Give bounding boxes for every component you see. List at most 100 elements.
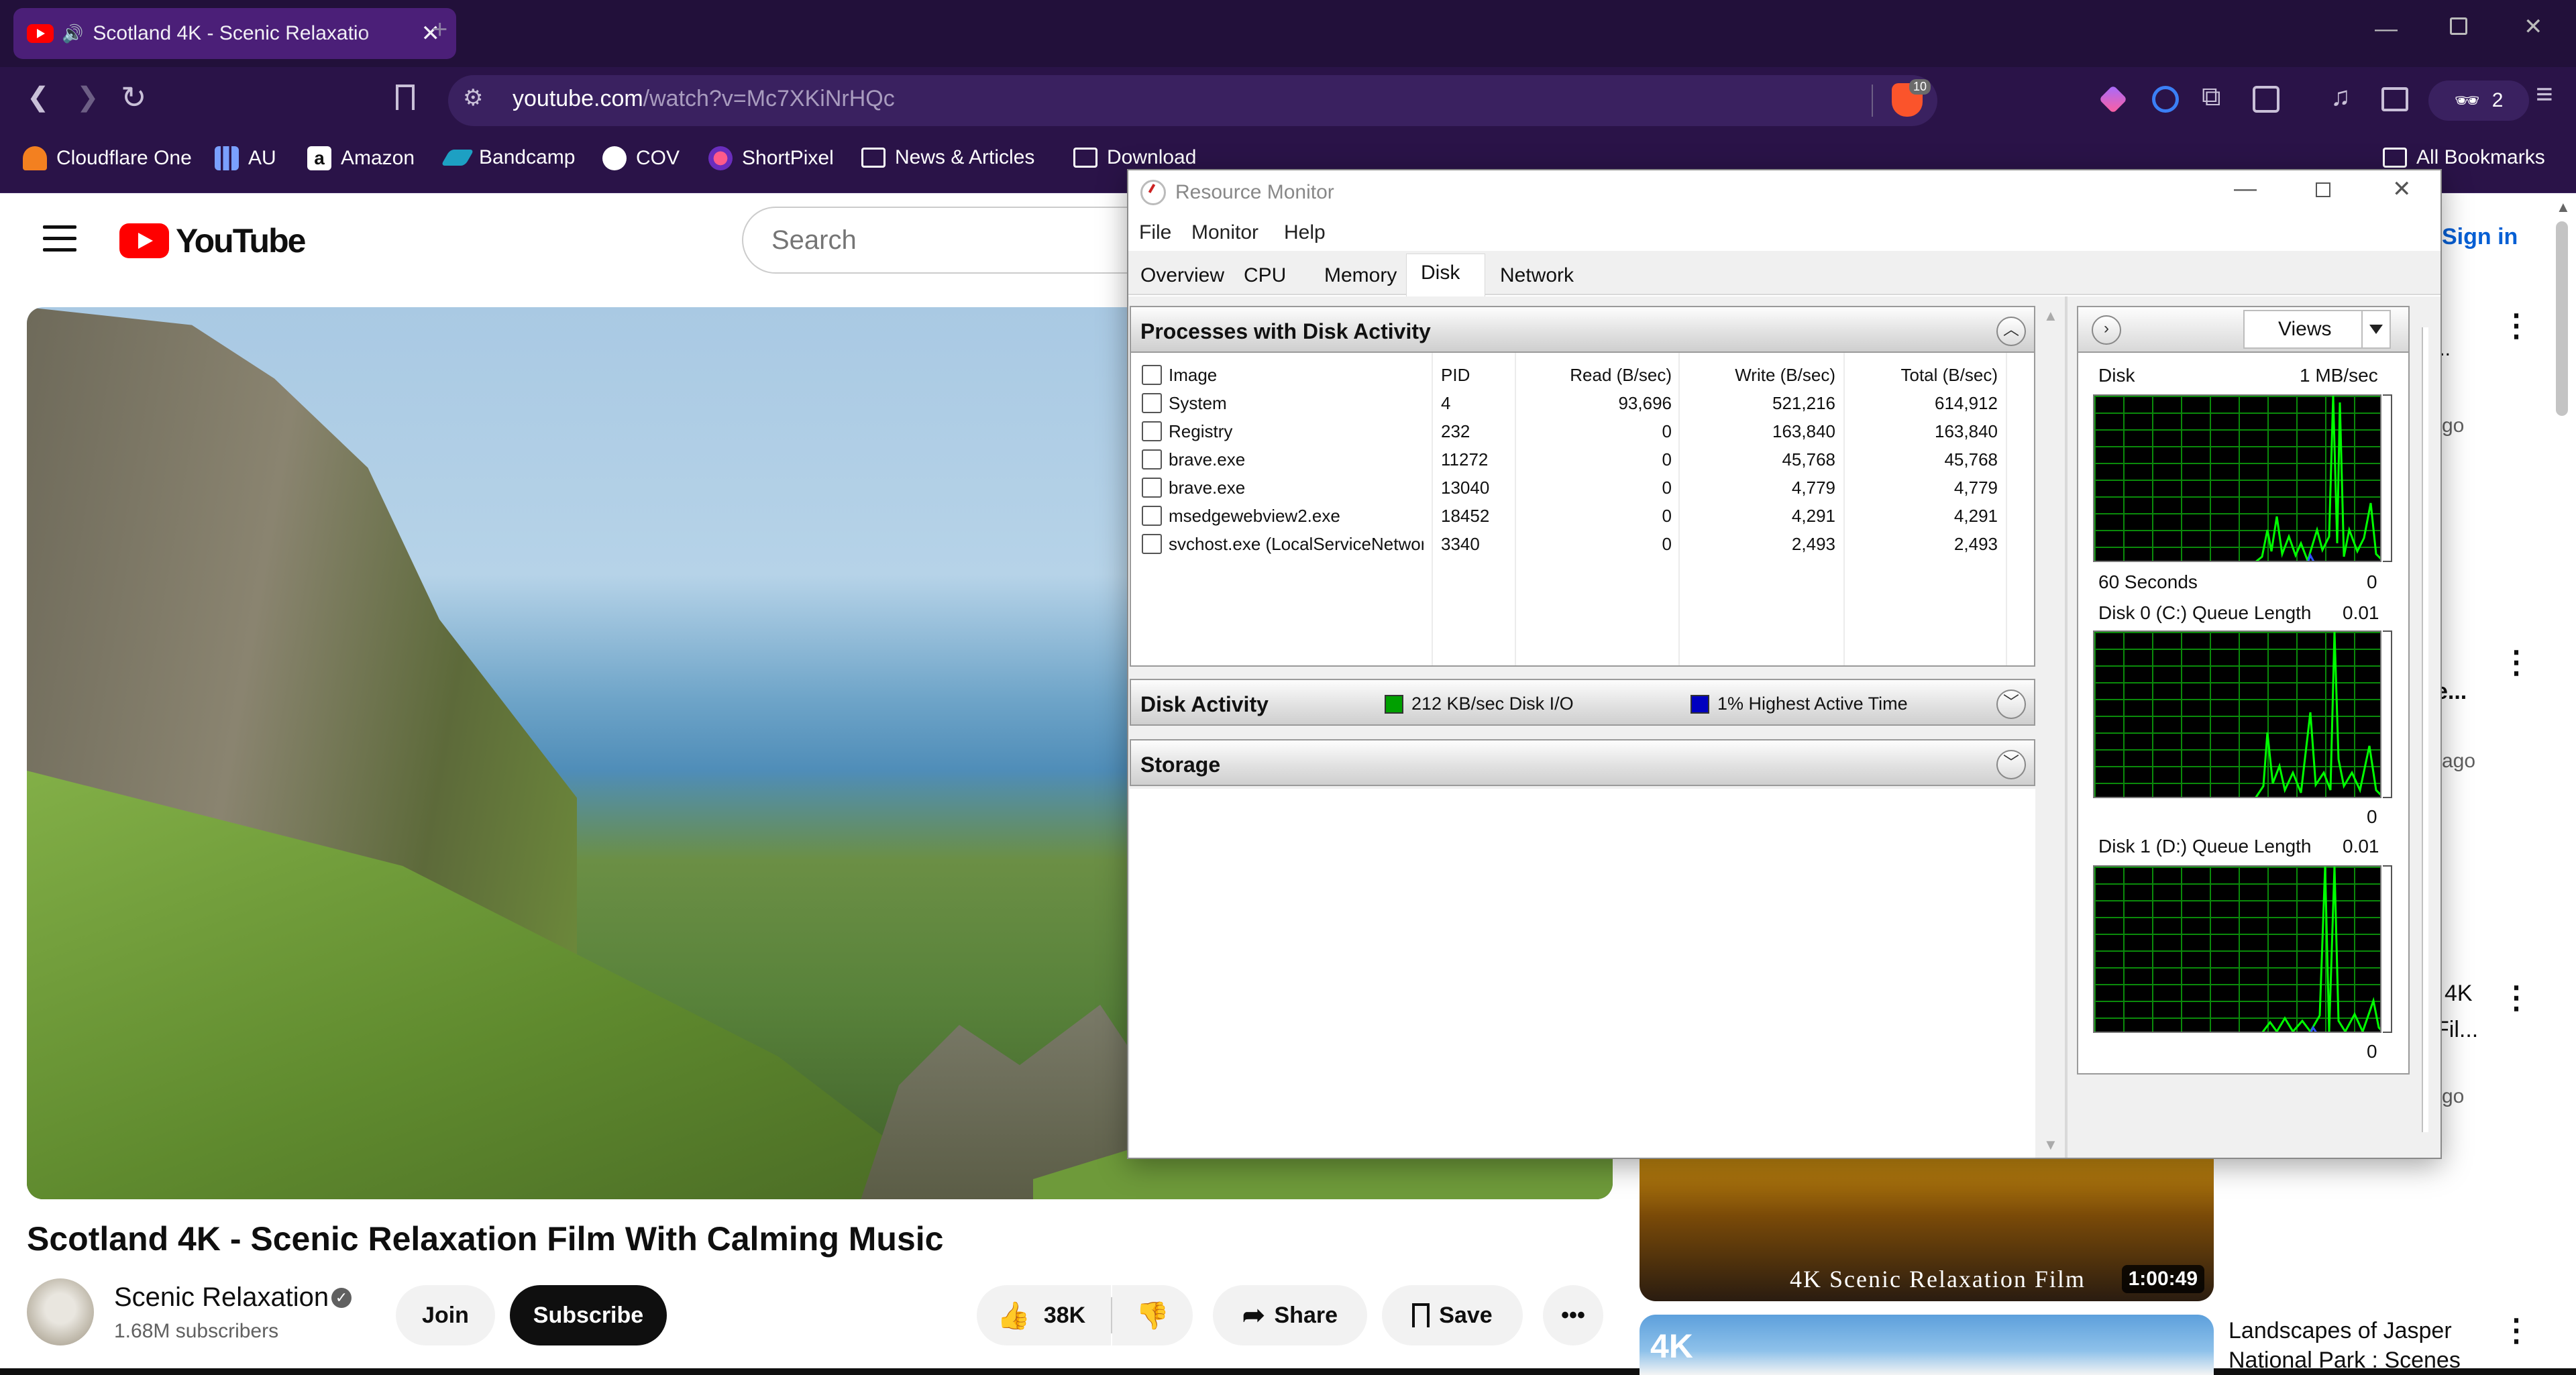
side-video-2-menu-icon[interactable]: ⋮ [2501,644,2532,680]
share-button[interactable]: ➦ Share [1213,1285,1367,1345]
bookmark-page-icon[interactable] [396,85,415,110]
browser-tab-active[interactable]: 🔊 Scotland 4K - Scenic Relaxatio ✕ [13,8,456,59]
dropdown-arrow-icon[interactable] [2361,311,2390,347]
like-button[interactable]: 👍 38K [977,1285,1111,1345]
cell-pid: 3340 [1441,534,1480,554]
menu-file[interactable]: File [1139,221,1171,244]
bookmark-cloudflare-one[interactable]: Cloudflare One [23,146,192,170]
minimize-window-button[interactable]: — [2375,16,2398,42]
side-video-thumbnail-2[interactable]: 4K [1640,1315,2214,1375]
disk-throughput-graph [2093,394,2381,562]
all-bookmarks-folder[interactable]: All Bookmarks [2383,146,2545,169]
row-checkbox[interactable] [1142,534,1162,554]
disk-activity-section-header[interactable]: Disk Activity 212 KB/sec Disk I/O 1% Hig… [1130,679,2035,726]
collapse-chevron-up-icon[interactable]: ︿ [1996,317,2026,346]
expand-chevron-down-icon[interactable]: ﹀ [1996,750,2026,779]
col-image[interactable]: Image [1169,365,1217,386]
reload-icon[interactable]: ↻ [121,79,147,115]
bookmark-folder-download[interactable]: Download [1073,146,1196,169]
table-row[interactable]: Registry 232 0 163,840 163,840 [1131,417,2034,445]
row-checkbox[interactable] [1142,393,1162,413]
side-video-4-title[interactable]: Landscapes of Jasper National Park : Sce… [2229,1316,2483,1368]
side-video-4-menu-icon[interactable]: ⋮ [2501,1312,2532,1348]
processes-section-header[interactable]: Processes with Disk Activity ︿ [1130,306,2035,353]
details-scrollbar[interactable]: ▲ ▼ [2038,303,2062,1158]
select-all-checkbox[interactable] [1142,365,1162,385]
sign-in-button[interactable]: Sign in [2442,224,2518,250]
rm-maximize-button[interactable] [2316,182,2330,197]
table-row[interactable]: msedgewebview2.exe 18452 0 4,291 4,291 [1131,502,2034,530]
join-button[interactable]: Join [396,1285,495,1345]
dislike-button[interactable]: 👎 [1112,1285,1193,1345]
extensions-icon[interactable]: ⧉ [2202,82,2221,112]
pane-splitter[interactable] [2065,296,2068,1158]
row-checkbox[interactable] [1142,478,1162,498]
menu-help[interactable]: Help [1284,221,1326,244]
side-video-3-menu-icon[interactable]: ⋮ [2501,979,2532,1015]
bookmark-amazon[interactable]: a Amazon [307,146,415,170]
tab-disk[interactable]: Disk [1421,262,1460,284]
table-row[interactable]: svchost.exe (LocalServiceNetwor... 3340 … [1131,530,2034,558]
channel-name[interactable]: Scenic Relaxation [114,1282,329,1313]
col-write[interactable]: Write (B/sec) [1735,365,1835,386]
col-pid[interactable]: PID [1441,365,1470,386]
table-row[interactable]: System 4 93,696 521,216 614,912 [1131,389,2034,417]
rm-minimize-button[interactable]: — [2234,176,2257,202]
back-icon[interactable]: ❮ [27,82,50,113]
cell-total: 4,291 [1953,506,1998,526]
tab-overview[interactable]: Overview [1140,264,1224,287]
subscriber-count: 1.68M subscribers [114,1320,279,1342]
media-controls-icon[interactable]: ♫ [2330,82,2351,112]
youtube-logo[interactable]: YouTube [119,221,306,260]
bookmark-shortpixel[interactable]: ShortPixel [708,146,834,170]
menu-monitor[interactable]: Monitor [1191,221,1258,244]
side-video-1-menu-icon[interactable]: ⋮ [2501,307,2532,343]
side-video-thumbnail[interactable]: 4K Scenic Relaxation Film 1:00:49 [1640,1159,2214,1301]
restore-window-button[interactable] [2450,17,2467,35]
verified-check-icon: ✓ [331,1288,352,1308]
audio-playing-icon[interactable]: 🔊 [62,23,83,44]
scroll-up-arrow-icon[interactable]: ▲ [2556,199,2571,216]
profile-button[interactable]: 🕶 2 [2428,80,2529,121]
hamburger-menu-icon[interactable] [43,225,76,252]
save-button[interactable]: Save [1382,1285,1523,1345]
scroll-up-icon[interactable]: ▲ [2043,307,2058,325]
row-checkbox[interactable] [1142,449,1162,470]
graphs-scrollbar[interactable] [2422,327,2428,1132]
rm-close-button[interactable]: ✕ [2392,176,2412,203]
bookmark-bandcamp[interactable]: Bandcamp [441,146,575,169]
row-checkbox[interactable] [1142,421,1162,441]
tab-network[interactable]: Network [1500,264,1574,287]
close-window-button[interactable]: ✕ [2524,13,2543,40]
col-read[interactable]: Read (B/sec) [1570,365,1672,386]
collapse-panel-chevron-icon[interactable]: › [2092,315,2121,345]
bookmark-folder-news[interactable]: News & Articles [861,146,1034,169]
vpn-extension-icon[interactable] [2152,86,2179,113]
channel-avatar[interactable] [27,1278,94,1345]
scroll-down-icon[interactable]: ▼ [2043,1136,2058,1154]
col-total[interactable]: Total (B/sec) [1901,365,1998,386]
bookmark-cov[interactable]: COV [602,146,680,170]
main-menu-icon[interactable]: ≡ [2536,78,2553,111]
bookmark-label: AU [248,147,276,169]
table-row[interactable]: brave.exe 13040 0 4,779 4,779 [1131,474,2034,502]
bookmark-au[interactable]: AU [215,146,276,170]
expand-chevron-down-icon[interactable]: ﹀ [1996,690,2026,719]
cloudflare-icon [23,146,47,170]
new-tab-button[interactable]: + [432,15,447,45]
subscribe-button[interactable]: Subscribe [510,1285,667,1345]
graph-disk0-title: Disk 0 (C:) Queue Length [2098,602,2312,623]
table-row[interactable]: brave.exe 11272 0 45,768 45,768 [1131,445,2034,474]
views-dropdown[interactable]: Views [2243,310,2391,349]
sidebar-toggle-icon[interactable] [2381,87,2408,111]
storage-section-header[interactable]: Storage ﹀ [1130,739,2035,786]
tab-memory[interactable]: Memory [1324,264,1397,287]
site-settings-icon[interactable]: ⚙ [463,85,483,111]
reader-mode-icon[interactable] [2253,86,2279,113]
url-text[interactable]: youtube.com/watch?v=Mc7XKiNrHQc [513,86,895,112]
page-scrollbar[interactable] [2556,221,2568,416]
forward-icon[interactable]: ❯ [76,82,99,113]
row-checkbox[interactable] [1142,506,1162,526]
tab-cpu[interactable]: CPU [1244,264,1286,287]
more-actions-button[interactable]: ••• [1543,1285,1603,1345]
